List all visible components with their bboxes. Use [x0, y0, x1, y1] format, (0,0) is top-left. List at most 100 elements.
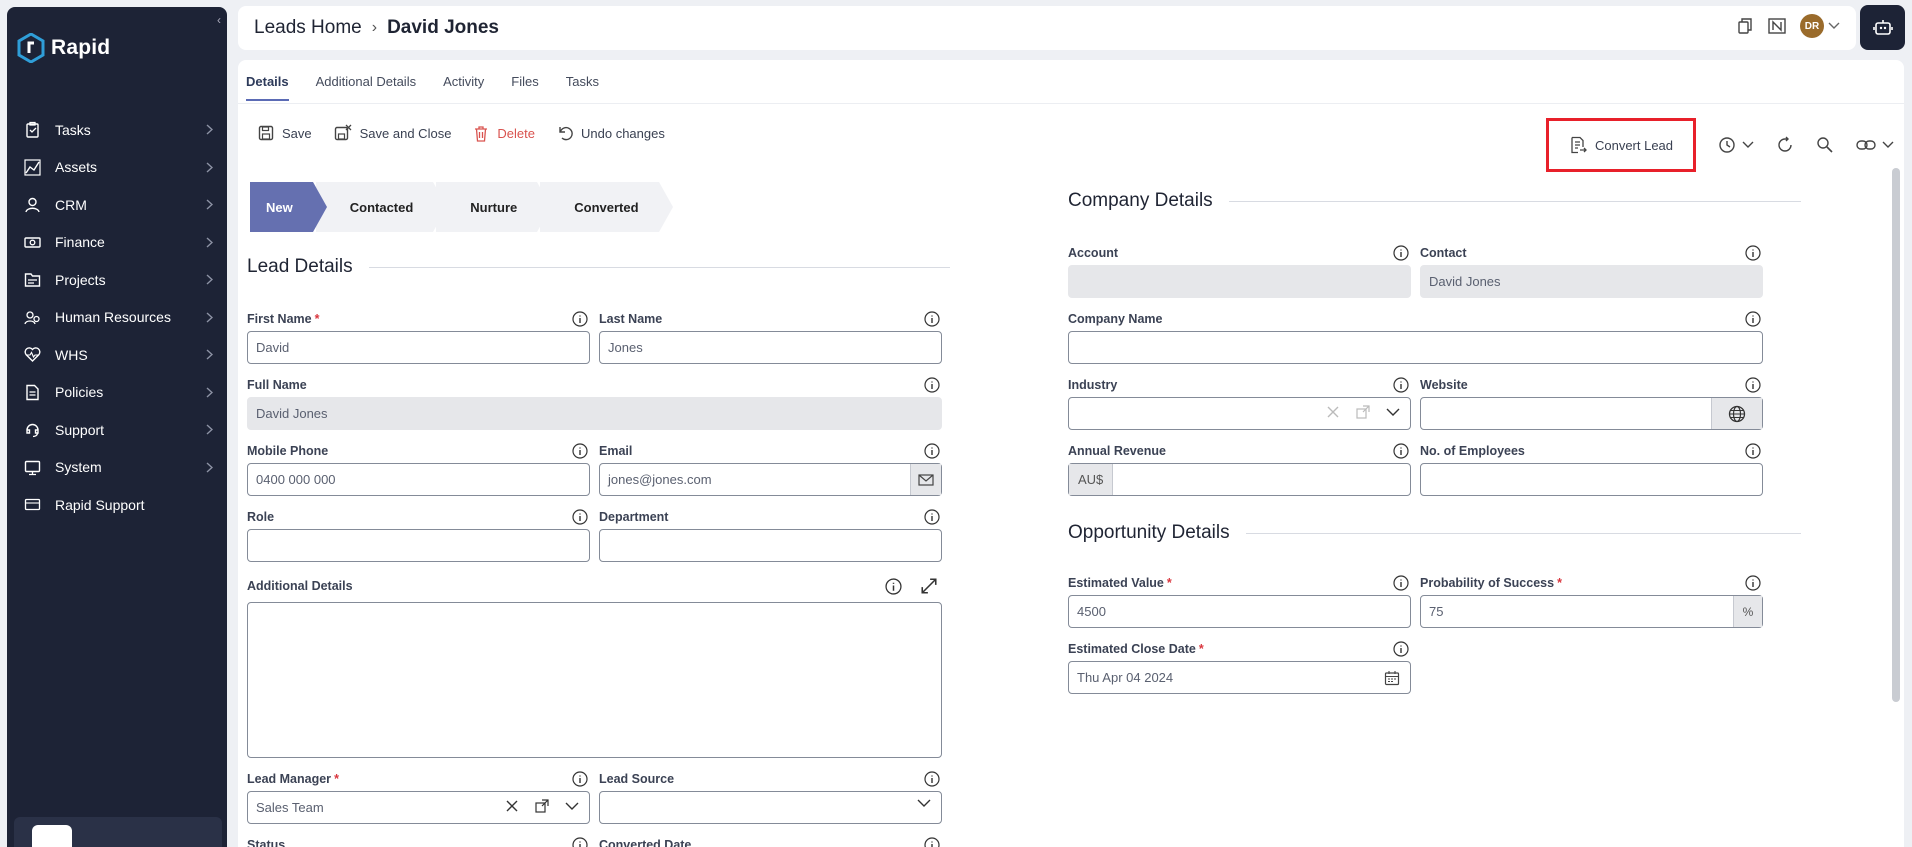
- assistant-button[interactable]: [1860, 5, 1905, 50]
- stage-new[interactable]: New: [250, 182, 327, 232]
- first-name-input[interactable]: David: [247, 331, 590, 364]
- copy-icon[interactable]: [1736, 17, 1754, 35]
- sidebar-item-assets[interactable]: Assets: [7, 149, 227, 187]
- stage-contacted[interactable]: Contacted: [315, 182, 447, 232]
- info-icon[interactable]: [1745, 377, 1761, 393]
- email-input[interactable]: jones@jones.com: [599, 463, 942, 496]
- info-icon[interactable]: [885, 578, 902, 595]
- info-icon[interactable]: [1745, 245, 1761, 261]
- info-icon[interactable]: [924, 311, 940, 327]
- clear-icon[interactable]: [1326, 405, 1340, 419]
- annual-revenue-label: Annual Revenue: [1068, 444, 1166, 458]
- info-icon[interactable]: [572, 509, 588, 525]
- info-icon[interactable]: [1393, 641, 1409, 657]
- tab-files[interactable]: Files: [511, 74, 538, 101]
- sidebar-item-human-resources[interactable]: Human Resources: [7, 299, 227, 337]
- sidebar-item-whs[interactable]: WHS: [7, 336, 227, 374]
- notion-icon[interactable]: [1768, 17, 1786, 35]
- info-icon[interactable]: [1745, 443, 1761, 459]
- industry-select[interactable]: [1068, 397, 1411, 430]
- chevron-down-icon[interactable]: [1386, 408, 1400, 417]
- sidebar-item-finance[interactable]: Finance: [7, 224, 227, 262]
- scrollbar[interactable]: [1892, 168, 1900, 702]
- save-button[interactable]: Save: [258, 125, 312, 141]
- calendar-icon[interactable]: [1384, 670, 1400, 686]
- open-website-button[interactable]: [1711, 398, 1762, 429]
- notion-button[interactable]: [148, 825, 188, 847]
- clear-icon[interactable]: [505, 799, 519, 813]
- open-record-icon[interactable]: [535, 799, 549, 813]
- search-icon[interactable]: [1816, 136, 1834, 154]
- info-icon[interactable]: [924, 837, 940, 847]
- open-record-icon[interactable]: [1356, 405, 1370, 419]
- chevron-down-icon[interactable]: [917, 799, 931, 808]
- home-button[interactable]: [32, 825, 72, 847]
- undo-changes-button[interactable]: Undo changes: [557, 125, 665, 141]
- info-icon[interactable]: [924, 377, 940, 393]
- expand-icon[interactable]: [920, 577, 938, 595]
- send-email-button[interactable]: [910, 464, 941, 495]
- info-icon[interactable]: [1745, 311, 1761, 327]
- employees-input[interactable]: [1420, 463, 1763, 496]
- annual-revenue-input[interactable]: AU$: [1068, 463, 1411, 496]
- stage-converted[interactable]: Converted: [540, 182, 673, 232]
- mobile-phone-label: Mobile Phone: [247, 444, 329, 458]
- last-name-field: Last Name Jones: [599, 310, 942, 364]
- sidebar-item-support[interactable]: Support: [7, 411, 227, 449]
- stage-nurture[interactable]: Nurture: [436, 182, 552, 232]
- website-input[interactable]: [1420, 397, 1763, 430]
- role-input[interactable]: [247, 529, 590, 562]
- info-icon[interactable]: [924, 509, 940, 525]
- close-date-input[interactable]: Thu Apr 04 2024: [1068, 661, 1411, 694]
- estimated-value-input[interactable]: 4500: [1068, 595, 1411, 628]
- breadcrumb-parent[interactable]: Leads Home: [254, 17, 362, 39]
- people-icon: [23, 308, 41, 326]
- sidebar-item-crm[interactable]: CRM: [7, 186, 227, 224]
- info-icon[interactable]: [924, 443, 940, 459]
- info-icon[interactable]: [572, 443, 588, 459]
- avatar[interactable]: DR: [1800, 14, 1824, 38]
- required-marker: *: [314, 312, 320, 326]
- document-icon: [23, 383, 41, 401]
- tab-details[interactable]: Details: [246, 74, 289, 101]
- department-input[interactable]: [599, 529, 942, 562]
- probability-input[interactable]: 75 %: [1420, 595, 1763, 628]
- info-icon[interactable]: [1393, 443, 1409, 459]
- sidebar-item-tasks[interactable]: Tasks: [7, 111, 227, 149]
- estimated-value-label: Estimated Value *: [1068, 574, 1411, 592]
- refresh-icon[interactable]: [1776, 136, 1794, 154]
- sidebar-item-label: Policies: [55, 384, 104, 401]
- info-icon[interactable]: [1393, 575, 1409, 591]
- company-name-input[interactable]: [1068, 331, 1763, 364]
- account-input: [1068, 265, 1411, 298]
- hierarchy-button[interactable]: [90, 825, 130, 847]
- last-name-input[interactable]: Jones: [599, 331, 942, 364]
- additional-details-textarea[interactable]: [247, 602, 942, 758]
- mobile-phone-input[interactable]: 0400 000 000: [247, 463, 590, 496]
- info-icon[interactable]: [572, 771, 588, 787]
- sidebar-item-projects[interactable]: Projects: [7, 261, 227, 299]
- save-and-close-button[interactable]: Save and Close: [334, 124, 451, 142]
- info-icon[interactable]: [572, 311, 588, 327]
- tab-additional-details[interactable]: Additional Details: [316, 74, 416, 101]
- info-icon[interactable]: [924, 771, 940, 787]
- info-icon[interactable]: [1393, 377, 1409, 393]
- delete-button[interactable]: Delete: [473, 125, 535, 142]
- tab-tasks[interactable]: Tasks: [566, 74, 599, 101]
- link-button[interactable]: [1856, 138, 1894, 152]
- info-icon[interactable]: [1393, 245, 1409, 261]
- chevron-left-icon[interactable]: ‹: [217, 13, 221, 27]
- sidebar-item-policies[interactable]: Policies: [7, 374, 227, 412]
- lead-manager-select[interactable]: Sales Team: [247, 791, 590, 824]
- info-icon[interactable]: [1745, 575, 1761, 591]
- tab-activity[interactable]: Activity: [443, 74, 484, 101]
- chevron-down-icon[interactable]: [565, 802, 579, 811]
- sidebar-item-rapid-support[interactable]: Rapid Support: [7, 486, 227, 524]
- logo[interactable]: Rapid: [17, 33, 110, 63]
- convert-lead-button[interactable]: Convert Lead: [1546, 118, 1696, 172]
- lead-source-select[interactable]: [599, 791, 942, 824]
- info-icon[interactable]: [572, 837, 588, 847]
- sidebar-item-system[interactable]: System: [7, 449, 227, 487]
- chevron-down-icon[interactable]: [1828, 22, 1840, 30]
- history-button[interactable]: [1718, 136, 1754, 154]
